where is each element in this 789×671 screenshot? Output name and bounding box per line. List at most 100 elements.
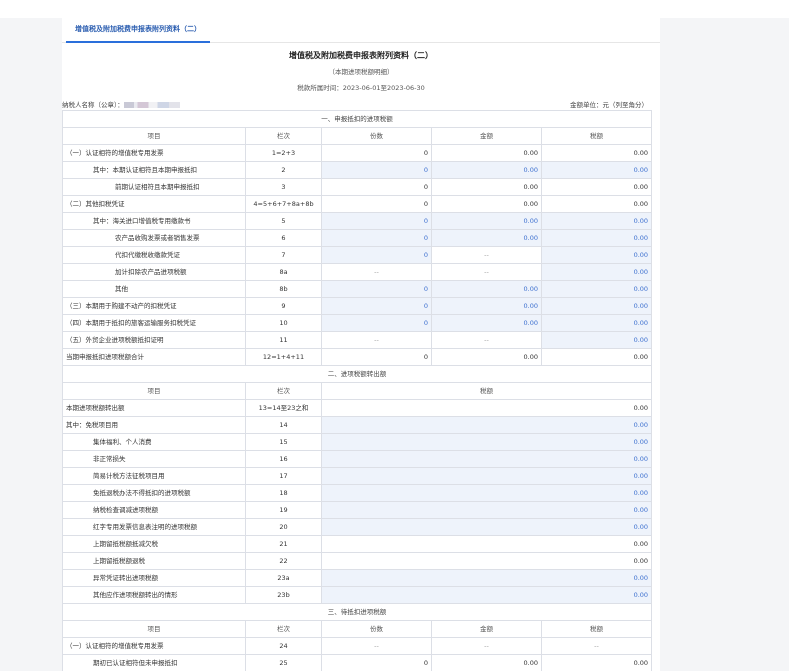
row-label: 期初已认证相符但未申报抵扣 bbox=[62, 654, 246, 671]
count-cell[interactable]: 0 bbox=[321, 212, 432, 230]
amount-cell[interactable]: 0.00 bbox=[431, 212, 542, 230]
tax-cell[interactable]: 0.00 bbox=[320, 416, 653, 434]
top-bar bbox=[0, 0, 789, 18]
row-line-no: 13=14至23之和 bbox=[245, 399, 322, 417]
amount-cell[interactable]: 0.00 bbox=[431, 297, 542, 315]
amount-cell: 0.00 bbox=[431, 178, 542, 196]
tax-cell[interactable]: 0.00 bbox=[320, 467, 653, 485]
table-row: （一）认证相符的增值税专用发票 24 -- -- -- bbox=[62, 637, 653, 655]
table-row: 非正常损失 16 0.00 bbox=[62, 450, 653, 468]
row-line-no: 17 bbox=[245, 467, 322, 485]
tax-cell[interactable]: 0.00 bbox=[540, 229, 653, 247]
section3-header-2: 份数 bbox=[321, 620, 432, 638]
amount-cell[interactable]: 0.00 bbox=[431, 280, 542, 298]
row-label: 其他应作进项税额转出的情形 bbox=[62, 586, 246, 604]
count-cell[interactable]: 0 bbox=[321, 229, 432, 247]
count-cell: 0 bbox=[321, 178, 432, 196]
tax-cell: 0.00 bbox=[540, 195, 653, 213]
tax-cell[interactable]: 0.00 bbox=[320, 569, 653, 587]
tab-bar: 增值税及附加税费申报表附列资料（二） bbox=[62, 18, 660, 43]
table-row: 异常凭证转出进项税额 23a 0.00 bbox=[62, 569, 653, 587]
tax-cell[interactable]: 0.00 bbox=[540, 246, 653, 264]
row-line-no: 12=1+4+11 bbox=[245, 348, 322, 366]
row-label: 上期留抵税额退税 bbox=[62, 552, 246, 570]
section1-title: 一、申报抵扣的进项税额 bbox=[62, 110, 653, 128]
table-row: （四）本期用于抵扣的旅客运输服务扣税凭证 10 0 0.00 0.00 bbox=[62, 314, 653, 332]
row-label: 非正常损失 bbox=[62, 450, 246, 468]
count-cell[interactable]: 0 bbox=[321, 314, 432, 332]
taxpayer-name-redacted bbox=[123, 102, 180, 108]
section2-header-2: 税额 bbox=[320, 382, 653, 400]
row-label: 其他 bbox=[62, 280, 246, 298]
table-row: 上期留抵税额抵减欠税 21 0.00 bbox=[62, 535, 653, 553]
section2-title-row: 二、进项税额转出额 bbox=[62, 365, 653, 383]
count-cell[interactable]: 0 bbox=[321, 297, 432, 315]
table-row: 农产品收购发票或者销售发票 6 0 0.00 0.00 bbox=[62, 229, 653, 247]
tax-cell[interactable]: 0.00 bbox=[540, 331, 653, 349]
tax-cell: 0.00 bbox=[540, 348, 653, 366]
row-label: 其中：海关进口增值税专用缴款书 bbox=[62, 212, 246, 230]
tax-cell[interactable]: 0.00 bbox=[540, 314, 653, 332]
tax-cell[interactable]: 0.00 bbox=[320, 450, 653, 468]
amount-cell[interactable]: 0.00 bbox=[431, 229, 542, 247]
amount-cell: -- bbox=[431, 263, 542, 281]
count-cell: 0 bbox=[321, 195, 432, 213]
tax-cell[interactable]: 0.00 bbox=[320, 518, 653, 536]
amount-cell: 0.00 bbox=[431, 195, 542, 213]
count-cell: -- bbox=[321, 331, 432, 349]
amount-cell: -- bbox=[431, 331, 542, 349]
tab-attachment-2[interactable]: 增值税及附加税费申报表附列资料（二） bbox=[66, 18, 210, 43]
tax-cell[interactable]: 0.00 bbox=[320, 433, 653, 451]
count-cell: 0 bbox=[321, 348, 432, 366]
row-line-no: 16 bbox=[245, 450, 322, 468]
row-line-no: 5 bbox=[245, 212, 322, 230]
row-line-no: 10 bbox=[245, 314, 322, 332]
count-cell[interactable]: 0 bbox=[321, 161, 432, 179]
tax-cell[interactable]: 0.00 bbox=[540, 161, 653, 179]
count-cell[interactable]: 0 bbox=[321, 246, 432, 264]
table-row: 上期留抵税额退税 22 0.00 bbox=[62, 552, 653, 570]
tax-cell[interactable]: 0.00 bbox=[540, 263, 653, 281]
row-line-no: 22 bbox=[245, 552, 322, 570]
row-label: 免抵退税办法不得抵扣的进项税额 bbox=[62, 484, 246, 502]
table-row: （五）外贸企业进项税额抵扣证明 11 -- -- 0.00 bbox=[62, 331, 653, 349]
tax-period: 税款所属时间：2023-06-01至2023-06-30 bbox=[297, 84, 425, 92]
row-line-no: 24 bbox=[245, 637, 322, 655]
amount-cell[interactable]: 0.00 bbox=[431, 161, 542, 179]
section2-header-row: 项目 栏次 税额 bbox=[62, 382, 653, 400]
tax-cell: 0.00 bbox=[320, 535, 653, 553]
row-label: 上期留抵税额抵减欠税 bbox=[62, 535, 246, 553]
table-row: 当期申报抵扣进项税额合计 12=1+4+11 0 0.00 0.00 bbox=[62, 348, 653, 366]
section1-header-row: 项目 栏次 份数 金额 税额 bbox=[62, 127, 653, 145]
tax-cell[interactable]: 0.00 bbox=[320, 586, 653, 604]
tax-cell[interactable]: 0.00 bbox=[320, 501, 653, 519]
section1-header-3: 金额 bbox=[431, 127, 542, 145]
row-line-no: 3 bbox=[245, 178, 322, 196]
tax-cell[interactable]: 0.00 bbox=[320, 484, 653, 502]
report-info-row: 纳税人名称（公章）： 金额单位：元（列至角分） bbox=[62, 98, 660, 110]
section1-header-4: 税额 bbox=[540, 127, 653, 145]
row-label: （一）认证相符的增值税专用发票 bbox=[62, 637, 246, 655]
tax-cell[interactable]: 0.00 bbox=[540, 280, 653, 298]
section2-header-0: 项目 bbox=[62, 382, 246, 400]
tax-cell[interactable]: 0.00 bbox=[540, 212, 653, 230]
table-row: （二）其他扣税凭证 4=5+6+7+8a+8b 0 0.00 0.00 bbox=[62, 195, 653, 213]
row-label: （二）其他扣税凭证 bbox=[62, 195, 246, 213]
table-row: 红字专用发票信息表注明的进项税额 20 0.00 bbox=[62, 518, 653, 536]
row-line-no: 25 bbox=[245, 654, 322, 671]
section3-header-1: 栏次 bbox=[245, 620, 322, 638]
row-line-no: 18 bbox=[245, 484, 322, 502]
count-cell[interactable]: 0 bbox=[321, 280, 432, 298]
table-row: （一）认证相符的增值税专用发票 1=2+3 0 0.00 0.00 bbox=[62, 144, 653, 162]
section3-header-0: 项目 bbox=[62, 620, 246, 638]
row-label: （五）外贸企业进项税额抵扣证明 bbox=[62, 331, 246, 349]
amount-cell[interactable]: 0.00 bbox=[431, 314, 542, 332]
row-line-no: 8a bbox=[245, 263, 322, 281]
row-line-no: 6 bbox=[245, 229, 322, 247]
row-line-no: 14 bbox=[245, 416, 322, 434]
row-label: 集体福利、个人消费 bbox=[62, 433, 246, 451]
row-line-no: 15 bbox=[245, 433, 322, 451]
tax-cell[interactable]: 0.00 bbox=[540, 297, 653, 315]
tax-cell: 0.00 bbox=[320, 399, 653, 417]
table-row: （三）本期用于购建不动产的扣税凭证 9 0 0.00 0.00 bbox=[62, 297, 653, 315]
